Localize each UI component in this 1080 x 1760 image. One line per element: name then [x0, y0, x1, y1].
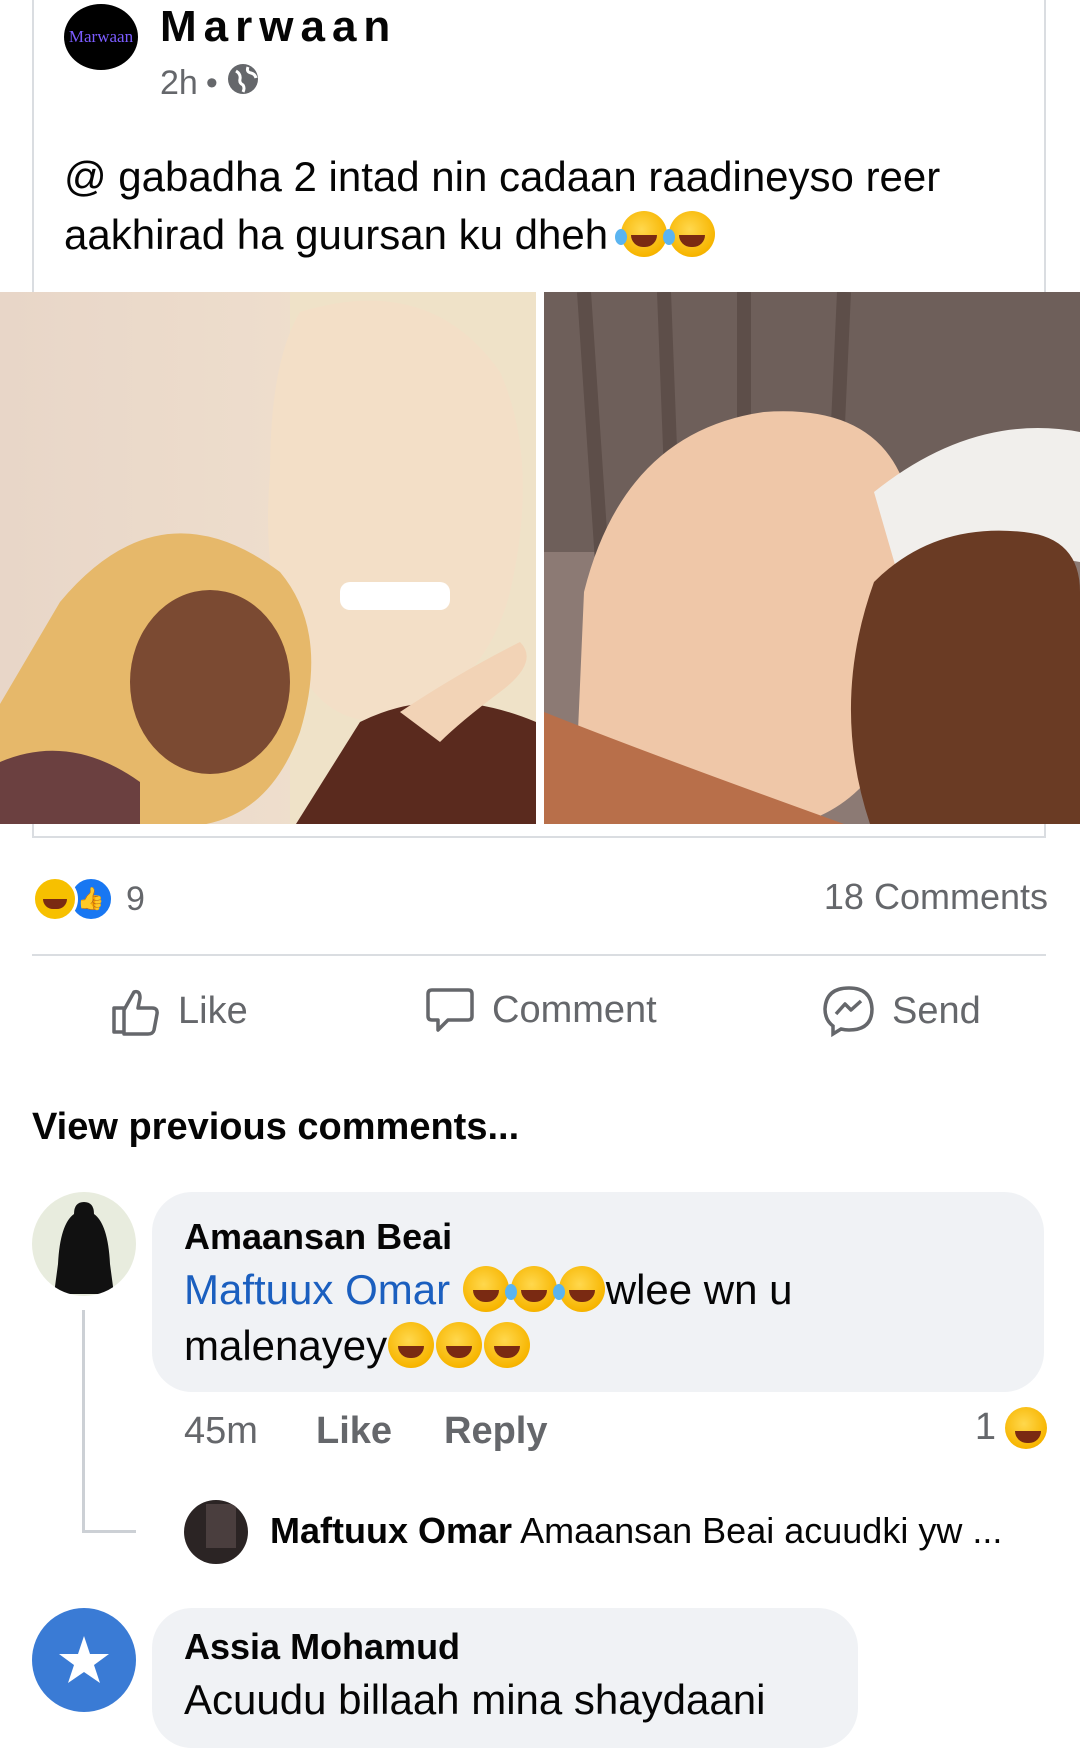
comment-reaction-count: 1 — [974, 1406, 996, 1448]
post-border-right — [1044, 0, 1046, 292]
commenter-name[interactable]: Amaansan Beai — [184, 1216, 452, 1258]
comment-icon — [426, 988, 474, 1032]
reactions-summary[interactable]: 👍 9 — [32, 876, 145, 922]
laughing-emoji-icon — [462, 1266, 509, 1312]
reply-text: Amaansan Beai acuudki yw ... — [520, 1510, 1003, 1551]
comment-button[interactable]: Comment — [424, 984, 657, 1036]
reaction-count: 9 — [126, 879, 145, 918]
post-meta: 2h • — [160, 62, 260, 105]
avatar-logo-text: Marwaan — [68, 27, 134, 46]
stats-divider — [32, 954, 1046, 956]
globe-icon — [226, 62, 260, 105]
commenter-avatar-amaansan[interactable] — [32, 1192, 136, 1296]
comment-text-after: wlee wn u — [605, 1266, 793, 1313]
laughing-emoji-icon — [484, 1322, 531, 1368]
replier-name[interactable]: Maftuux Omar — [270, 1510, 512, 1551]
comment-text-line2: malenayey — [184, 1322, 388, 1369]
like-label: Like — [178, 989, 248, 1032]
send-button[interactable]: Send — [822, 984, 981, 1038]
comments-count[interactable]: 18 Comments — [824, 876, 1048, 918]
replier-avatar-maftuux[interactable] — [184, 1500, 248, 1564]
author-name[interactable]: Marwaan — [160, 2, 397, 52]
post-text-line2: aakhirad ha guursan ku dheh — [64, 211, 609, 258]
post-text-line1: @ gabadha 2 intad nin cadaan raadineyso … — [64, 153, 941, 200]
send-label: Send — [892, 989, 981, 1032]
reply-thread-line — [82, 1310, 85, 1532]
post-photo-left[interactable] — [0, 292, 536, 824]
post-border-left — [32, 0, 34, 292]
rofl-emoji-icon — [504, 1266, 557, 1312]
comment-reaction-summary[interactable]: 1 — [975, 1406, 1048, 1449]
post-text: @ gabadha 2 intad nin cadaan raadineyso … — [64, 148, 1024, 264]
view-previous-comments[interactable]: View previous comments... — [32, 1106, 519, 1149]
haha-reaction-icon — [32, 876, 78, 922]
comment-time: 45m — [184, 1410, 258, 1452]
mention-link[interactable]: Maftuux Omar — [184, 1266, 450, 1313]
post-photo-right[interactable] — [544, 292, 1080, 824]
commenter-name[interactable]: Assia Mohamud — [184, 1626, 460, 1668]
messenger-icon — [823, 986, 874, 1038]
thumbs-up-icon — [112, 989, 159, 1036]
laughing-emoji-icon — [1005, 1406, 1047, 1449]
comment-label: Comment — [492, 988, 657, 1031]
post-border-bottom — [32, 836, 1046, 838]
rofl-emoji-icon — [552, 1266, 605, 1312]
comment-like-button[interactable]: Like — [316, 1410, 392, 1453]
comment-text: Maftuux Omar wlee wn u malenayey — [184, 1262, 1034, 1374]
author-avatar[interactable]: Marwaan — [64, 4, 138, 70]
reply-thread-elbow — [82, 1530, 136, 1533]
rofl-emoji-icon — [662, 211, 715, 257]
commenter-avatar-assia[interactable] — [32, 1608, 136, 1712]
comment-text: Acuudu billaah mina shaydaani — [184, 1676, 766, 1723]
laughing-emoji-icon — [436, 1322, 483, 1368]
reply-preview[interactable]: Maftuux Omar Amaansan Beai acuudki yw ..… — [270, 1510, 1002, 1552]
like-button[interactable]: Like — [108, 984, 248, 1038]
rofl-emoji-icon — [614, 211, 667, 257]
comment-reply-button[interactable]: Reply — [444, 1410, 547, 1453]
meta-separator: • — [205, 64, 218, 102]
comment-bubble-assia[interactable]: Assia Mohamud Acuudu billaah mina shayda… — [152, 1608, 858, 1748]
comment-bubble-amaansan[interactable]: Amaansan Beai Maftuux Omar wlee wn u mal… — [152, 1192, 1044, 1392]
laughing-emoji-icon — [388, 1322, 435, 1368]
post-time[interactable]: 2h — [160, 64, 198, 103]
